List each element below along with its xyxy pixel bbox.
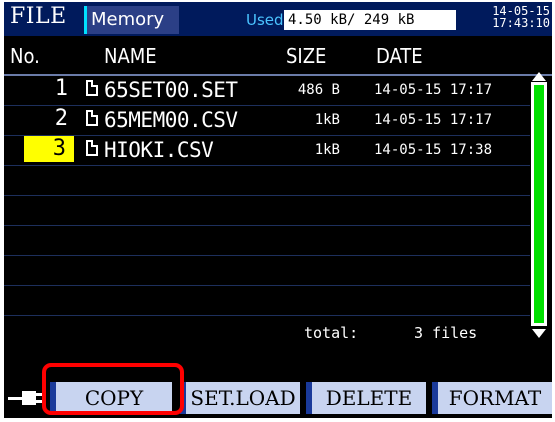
file-icon	[86, 140, 98, 156]
format-button[interactable]: FORMAT	[432, 382, 552, 414]
total-label: total:	[304, 324, 359, 342]
file-list: 1 65SET00.SET 486 B 14-05-15 17:17 2 65M…	[4, 76, 530, 342]
empty-row	[4, 286, 530, 316]
table-row-selected[interactable]: 3 HIOKI.CSV 1kB 14-05-15 17:38	[4, 136, 530, 166]
file-number: 1	[54, 76, 68, 101]
table-row[interactable]: 2 65MEM00.CSV 1kB 14-05-15 17:17	[4, 106, 530, 136]
used-label: Used	[246, 11, 284, 29]
col-date: DATE	[376, 44, 423, 68]
header-bar: FILE Memory Used 4.50 kB/ 249 kB 14-05-1…	[4, 2, 552, 36]
scrollbar-thumb[interactable]	[534, 85, 544, 323]
file-size: 1kB	[314, 142, 340, 158]
file-date: 14-05-15 17:38	[374, 142, 493, 158]
clock-time: 17:43:10	[492, 16, 550, 30]
col-name: NAME	[104, 44, 157, 68]
clock: 14-05-15 17:43:10	[484, 5, 550, 29]
delete-button[interactable]: DELETE	[306, 382, 426, 414]
file-date: 14-05-15 17:17	[374, 112, 493, 128]
file-name: 65SET00.SET	[104, 78, 238, 102]
scroll-up-arrow-icon[interactable]	[532, 72, 546, 81]
tab-memory[interactable]: Memory	[84, 6, 179, 34]
screen-title: FILE	[10, 4, 67, 29]
set-load-button[interactable]: SET.LOAD	[180, 382, 300, 414]
empty-row	[4, 226, 530, 256]
file-number: 2	[54, 106, 68, 131]
copy-highlight-box	[42, 363, 184, 415]
file-size: 1kB	[314, 112, 340, 128]
file-icon	[86, 80, 98, 96]
file-name: 65MEM00.CSV	[104, 108, 238, 132]
file-date: 14-05-15 17:17	[374, 82, 493, 98]
file-number-selected: 3	[24, 136, 74, 162]
scroll-down-arrow-icon[interactable]	[532, 329, 546, 338]
device-screen: FILE Memory Used 4.50 kB/ 249 kB 14-05-1…	[4, 2, 552, 418]
empty-row	[4, 196, 530, 226]
col-no: No.	[10, 44, 40, 68]
empty-row	[4, 166, 530, 196]
table-row[interactable]: 1 65SET00.SET 486 B 14-05-15 17:17	[4, 76, 530, 106]
file-icon	[86, 110, 98, 126]
total-value: 3 files	[414, 324, 478, 342]
file-name: HIOKI.CSV	[104, 138, 214, 162]
memory-used-value: 4.50 kB/ 249 kB	[284, 10, 456, 30]
empty-row	[4, 256, 530, 286]
power-plug-icon	[6, 388, 42, 408]
file-size: 486 B	[297, 82, 340, 98]
col-size: SIZE	[286, 44, 327, 68]
column-header: No. NAME SIZE DATE	[4, 42, 552, 72]
